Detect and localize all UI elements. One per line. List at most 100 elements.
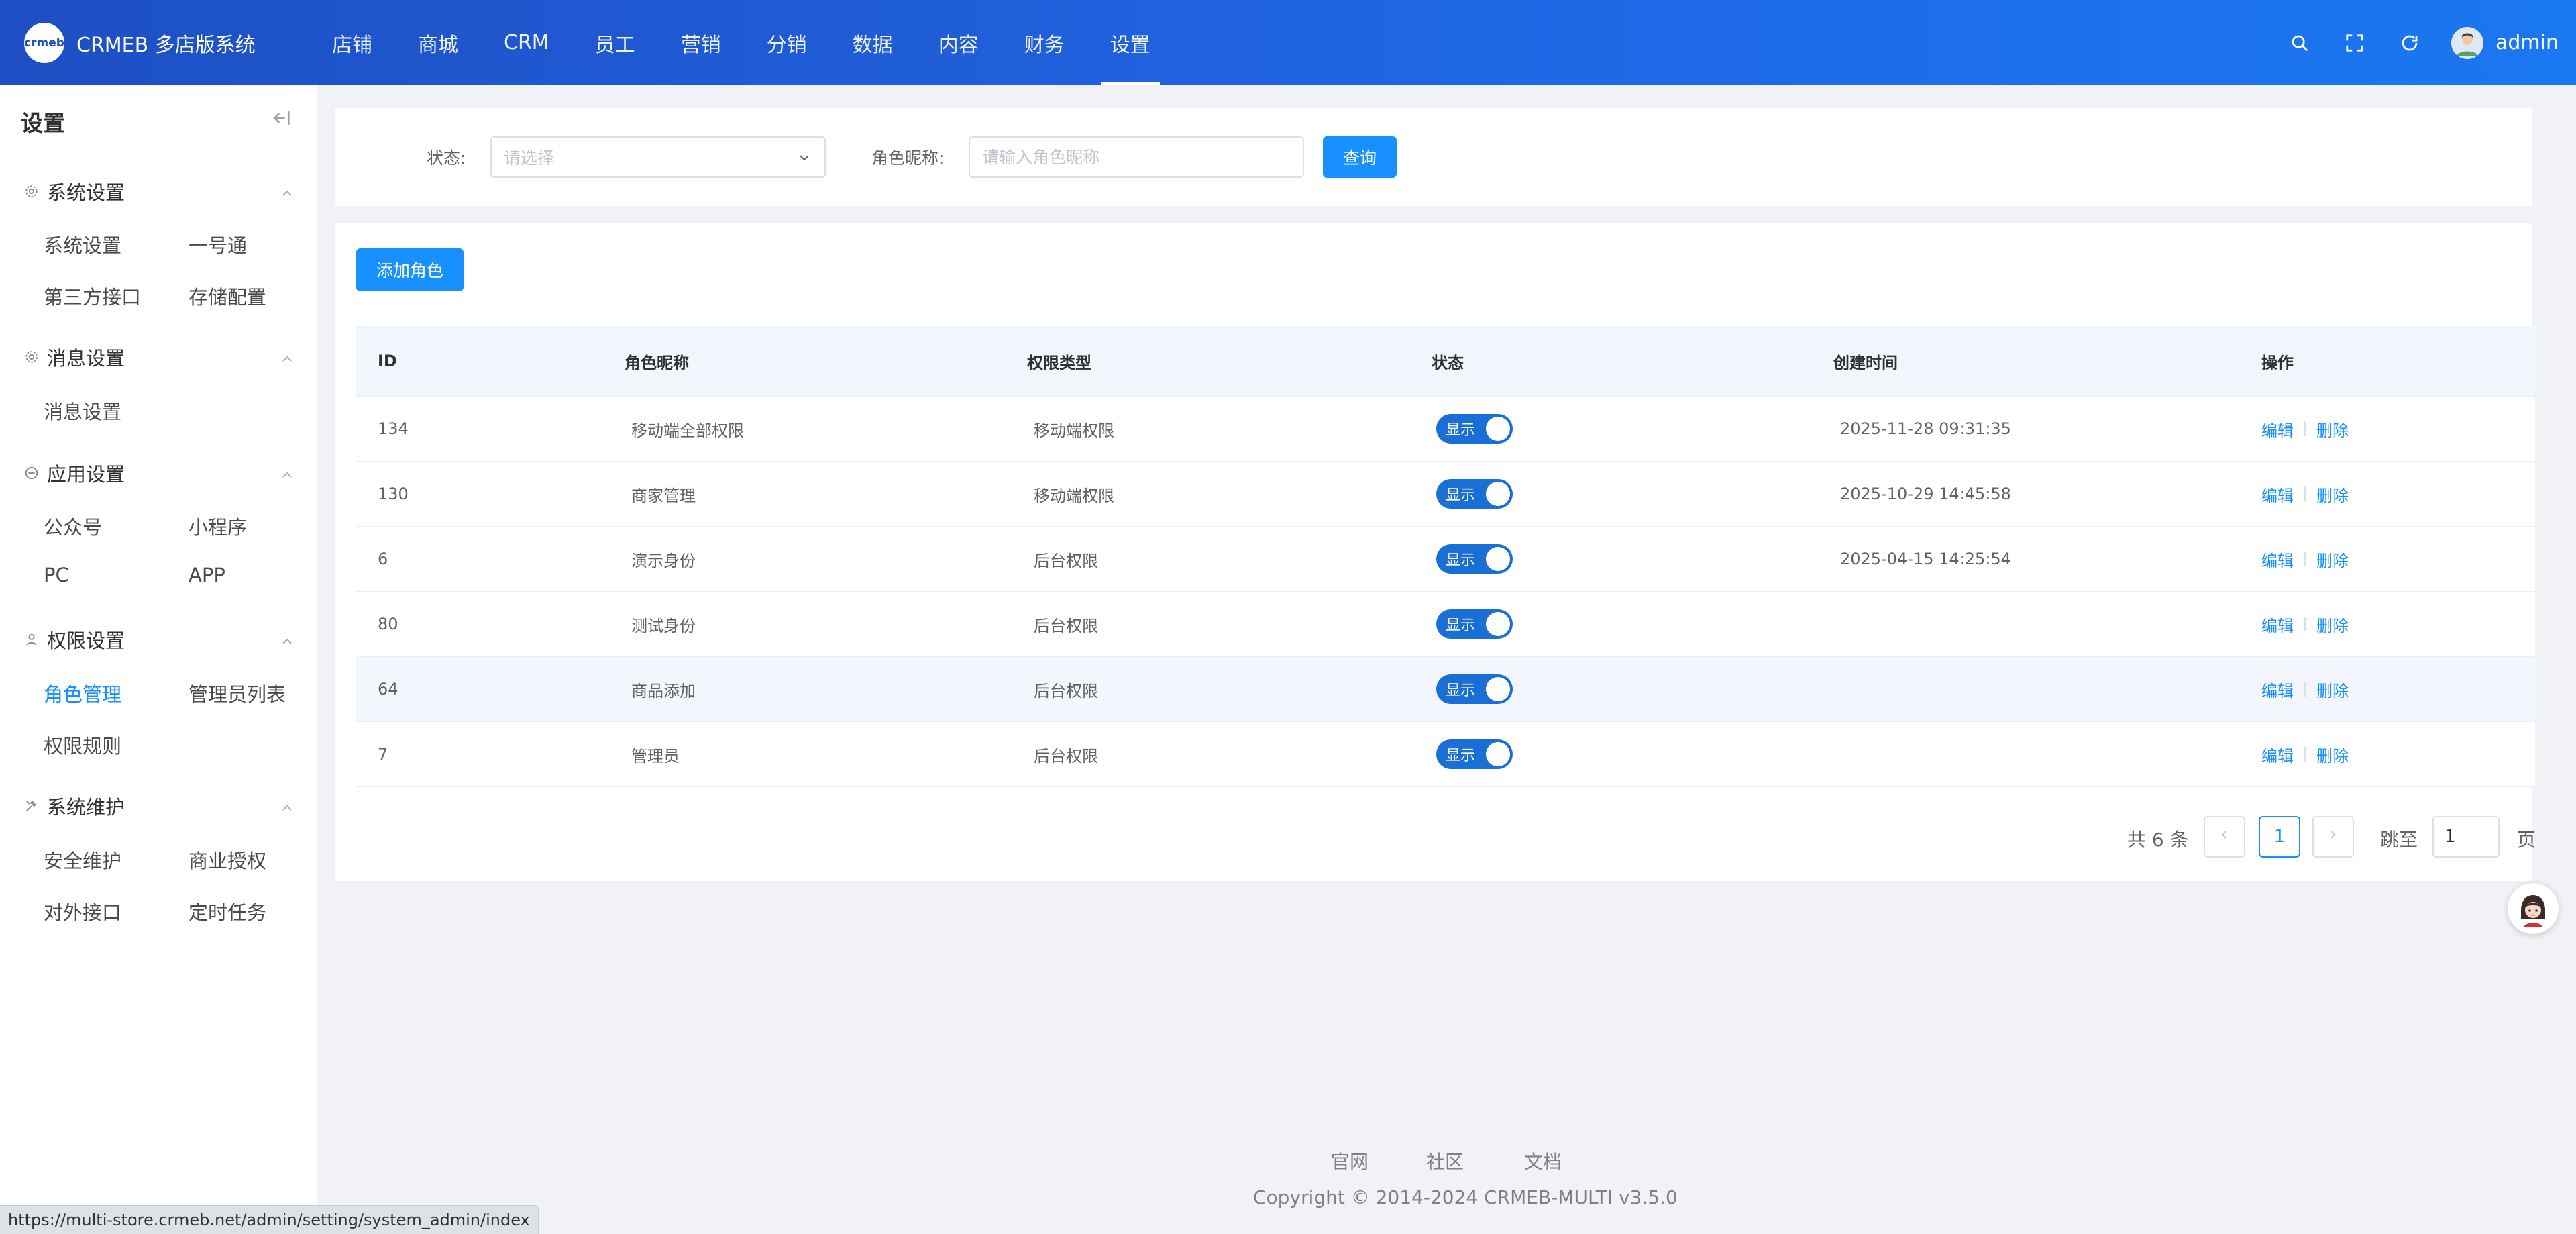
page-suffix: 页: [2517, 829, 2536, 851]
status-toggle[interactable]: 显示: [1436, 544, 1513, 574]
delete-link[interactable]: 删除: [2316, 743, 2349, 766]
status-bar-url: https://multi-store.crmeb.net/admin/sett…: [0, 1205, 539, 1234]
sidebar-item-third-party[interactable]: 第三方接口: [44, 282, 141, 310]
user-name[interactable]: admin: [2496, 31, 2559, 54]
status-select[interactable]: 请选择: [490, 136, 826, 178]
sidebar-item-role-management[interactable]: 角色管理: [44, 679, 121, 707]
sidebar-item-security[interactable]: 安全维护: [44, 845, 121, 874]
delete-link[interactable]: 删除: [2316, 417, 2349, 441]
customer-service-avatar[interactable]: [2508, 883, 2559, 934]
nav-marketing[interactable]: 营销: [658, 0, 744, 85]
sidebar-item-message-settings[interactable]: 消息设置: [44, 397, 121, 425]
jump-page-input[interactable]: [2432, 816, 2500, 858]
footer-link-community[interactable]: 社区: [1426, 1147, 1464, 1174]
role-name-input[interactable]: [969, 136, 1304, 178]
sidebar-group-label: 权限设置: [47, 629, 125, 652]
sidebar-group-app[interactable]: 应用设置: [23, 460, 295, 486]
app-icon: [23, 464, 40, 482]
action-divider: [2304, 552, 2306, 566]
add-role-button[interactable]: 添加角色: [356, 248, 464, 291]
nav-crm[interactable]: CRM: [481, 0, 572, 85]
nav-distribution[interactable]: 分销: [744, 0, 830, 85]
prev-page-button[interactable]: [2204, 816, 2245, 858]
chevron-up-icon: [279, 465, 295, 481]
nav-finance[interactable]: 财务: [1002, 0, 1087, 85]
cell-role-name: 管理员: [631, 746, 680, 766]
col-id: ID: [378, 352, 397, 370]
refresh-icon[interactable]: [2396, 30, 2423, 56]
search-icon[interactable]: [2286, 30, 2313, 56]
footer-link-official-site[interactable]: 官网: [1331, 1147, 1368, 1174]
edit-link[interactable]: 编辑: [2261, 743, 2294, 766]
edit-link[interactable]: 编辑: [2261, 613, 2294, 636]
sidebar-item-official-account[interactable]: 公众号: [44, 512, 102, 540]
nav-staff[interactable]: 员工: [572, 0, 658, 85]
footer-link-docs[interactable]: 文档: [1524, 1147, 1562, 1174]
edit-link[interactable]: 编辑: [2261, 678, 2294, 701]
cell-permission-type: 移动端权限: [1034, 421, 1114, 440]
sidebar-item-external-api[interactable]: 对外接口: [44, 897, 121, 925]
sidebar-item-app[interactable]: APP: [189, 564, 225, 586]
status-filter-label: 状态:: [427, 148, 466, 168]
status-toggle[interactable]: 显示: [1436, 479, 1513, 509]
cell-id: 80: [378, 615, 398, 633]
nav-store[interactable]: 店铺: [309, 0, 395, 85]
jump-label: 跳至: [2380, 829, 2418, 851]
chevron-down-icon: [796, 150, 812, 170]
page-number-button[interactable]: 1: [2259, 816, 2300, 858]
sidebar-group-maintenance[interactable]: 系统维护: [23, 792, 295, 819]
chevron-right-icon: [2326, 827, 2341, 847]
col-created-time: 创建时间: [1833, 353, 1898, 372]
sidebar-group-system[interactable]: 系统设置: [23, 178, 295, 205]
sidebar-item-storage[interactable]: 存储配置: [189, 282, 266, 310]
cell-id: 64: [378, 680, 398, 699]
sidebar-item-system-settings[interactable]: 系统设置: [44, 230, 121, 258]
nav-settings[interactable]: 设置: [1087, 0, 1173, 85]
sidebar-item-business-license[interactable]: 商业授权: [189, 845, 266, 874]
status-toggle[interactable]: 显示: [1436, 414, 1513, 444]
nav-mall[interactable]: 商城: [395, 0, 481, 85]
next-page-button[interactable]: [2312, 816, 2354, 858]
sidebar-item-admin-list[interactable]: 管理员列表: [189, 679, 286, 707]
table-header: ID 角色昵称 权限类型 状态 创建时间 操作: [356, 326, 2535, 397]
avatar[interactable]: [2451, 26, 2483, 59]
top-nav: 店铺 商城 CRM 员工 营销 分销 数据 内容 财务 设置: [309, 0, 1173, 85]
edit-link[interactable]: 编辑: [2261, 548, 2294, 571]
logo[interactable]: crmeb CRMEB 多店版系统: [24, 23, 256, 63]
nav-data[interactable]: 数据: [830, 0, 916, 85]
user-icon: [23, 631, 40, 648]
nav-content[interactable]: 内容: [916, 0, 1002, 85]
sidebar-item-yihaotong[interactable]: 一号通: [189, 230, 247, 258]
delete-link[interactable]: 删除: [2316, 548, 2349, 571]
edit-link[interactable]: 编辑: [2261, 417, 2294, 441]
sidebar-group-message[interactable]: 消息设置: [23, 344, 295, 370]
sidebar-item-scheduled-tasks[interactable]: 定时任务: [189, 897, 266, 925]
collapse-icon[interactable]: [270, 107, 294, 131]
delete-link[interactable]: 删除: [2316, 678, 2349, 701]
edit-link[interactable]: 编辑: [2261, 482, 2294, 506]
status-toggle[interactable]: 显示: [1436, 609, 1513, 639]
cell-permission-type: 后台权限: [1034, 746, 1098, 766]
action-divider: [2304, 486, 2306, 501]
col-role-name: 角色昵称: [625, 353, 689, 372]
delete-link[interactable]: 删除: [2316, 613, 2349, 636]
sidebar-item-pc[interactable]: PC: [44, 564, 69, 586]
delete-link[interactable]: 删除: [2316, 482, 2349, 506]
status-toggle[interactable]: 显示: [1436, 674, 1513, 704]
top-header: crmeb CRMEB 多店版系统 店铺 商城 CRM 员工 营销 分销 数据 …: [0, 0, 2576, 85]
cell-id: 7: [378, 745, 388, 764]
query-button[interactable]: 查询: [1323, 136, 1397, 178]
fullscreen-icon[interactable]: [2341, 30, 2368, 56]
sidebar-group-permission[interactable]: 权限设置: [23, 626, 295, 653]
sidebar-item-mini-program[interactable]: 小程序: [189, 512, 247, 540]
gear-icon: [23, 348, 40, 366]
sidebar-group-label: 系统维护: [47, 796, 125, 819]
sidebar-group-label: 消息设置: [47, 347, 125, 370]
status-toggle[interactable]: 显示: [1436, 739, 1513, 769]
col-actions: 操作: [2261, 353, 2294, 372]
table-row: 134 移动端全部权限 移动端权限 显示 2025-11-28 09:31:35…: [356, 397, 2535, 462]
sidebar-item-permission-rules[interactable]: 权限规则: [44, 731, 121, 759]
chevron-up-icon: [279, 798, 295, 814]
col-status: 状态: [1432, 353, 1464, 372]
toggle-label: 显示: [1446, 422, 1476, 439]
